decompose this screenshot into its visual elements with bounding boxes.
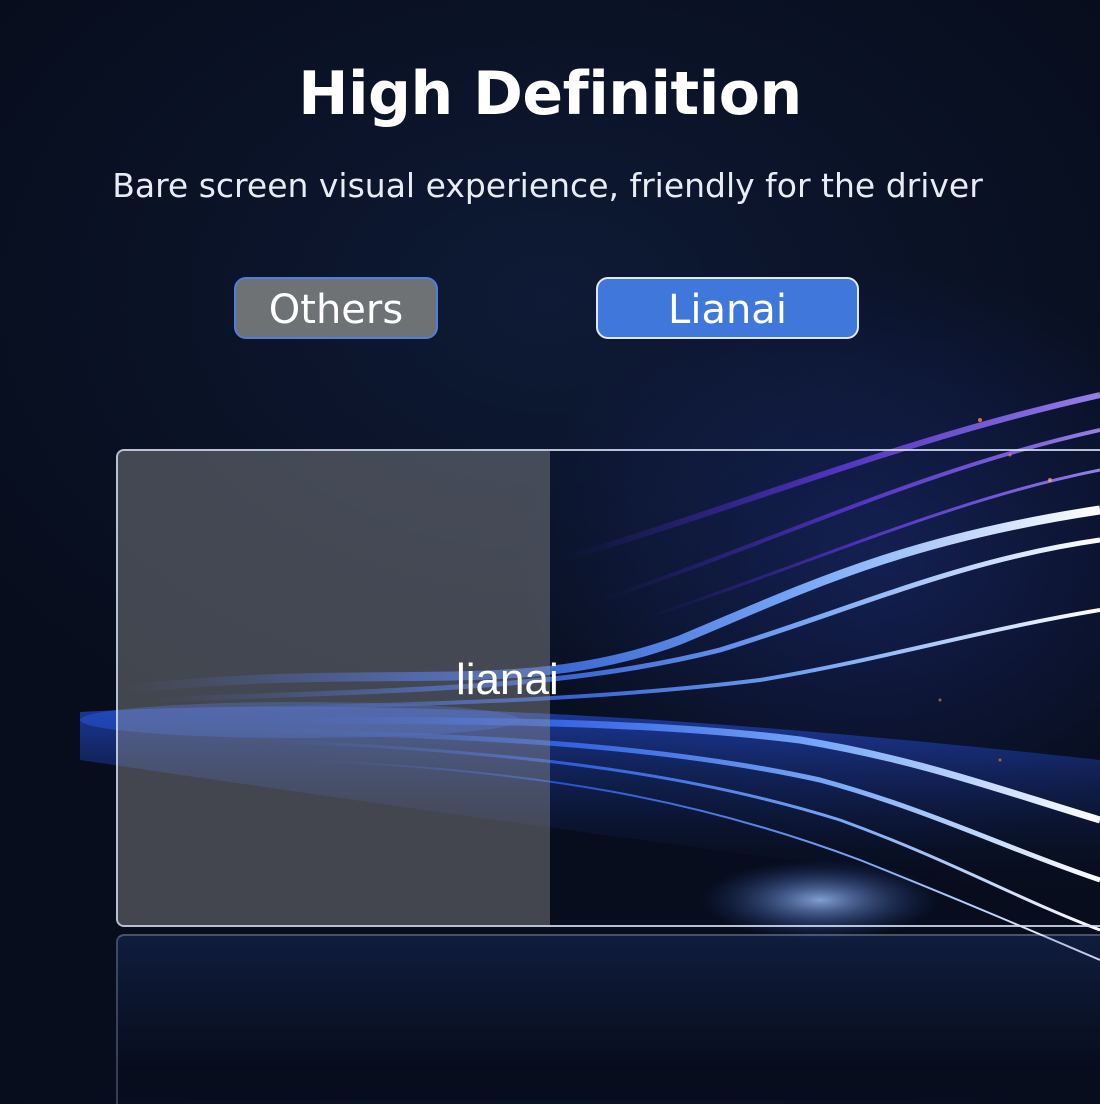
watermark-text: lianai [456, 655, 559, 704]
screen-reflection [116, 934, 1100, 1104]
